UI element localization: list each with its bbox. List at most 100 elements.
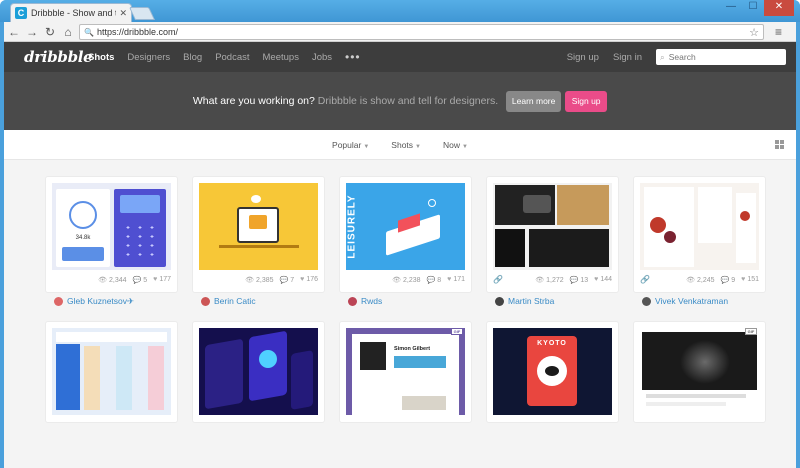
comment-icon: 💬 bbox=[569, 277, 579, 284]
likes-stat[interactable]: ♥ 171 bbox=[447, 276, 465, 284]
flower-graphic bbox=[664, 231, 676, 243]
shot-thumbnail[interactable]: Simon Gilbert GIF bbox=[346, 328, 465, 415]
shot-card[interactable]: LEISURELY 👁 2,238 💬 8 ♥ 171 bbox=[340, 177, 471, 292]
shot-card[interactable] bbox=[46, 322, 177, 422]
forward-icon[interactable]: → bbox=[24, 25, 40, 39]
shot-card[interactable] bbox=[193, 322, 324, 422]
banner-lead: What are you working on? bbox=[192, 95, 315, 107]
views-count: 2,385 bbox=[256, 277, 274, 284]
shot-thumbnail[interactable] bbox=[493, 183, 612, 270]
dribbble-logo[interactable]: dribbble bbox=[24, 48, 93, 66]
search-input[interactable] bbox=[668, 52, 769, 62]
signup-button[interactable]: Sign up bbox=[565, 90, 608, 112]
flower-graphic bbox=[650, 217, 666, 233]
shot-card[interactable]: 👁 2,385 💬 7 ♥ 176 bbox=[193, 177, 324, 292]
eye-icon: 👁 bbox=[98, 277, 107, 284]
grid-view-icon[interactable] bbox=[775, 140, 784, 149]
address-bar[interactable]: 🔍 https://dribbble.com/ ☆ bbox=[79, 24, 764, 40]
shot-thumbnail[interactable]: 34.8k bbox=[52, 183, 171, 270]
page-middle bbox=[698, 187, 732, 243]
nav-meetups[interactable]: Meetups bbox=[263, 52, 299, 63]
comments-count: 9 bbox=[731, 277, 736, 284]
shot-thumbnail[interactable]: KYOTO bbox=[493, 328, 612, 415]
shot-thumbnail[interactable] bbox=[640, 183, 759, 270]
reload-icon[interactable]: ↻ bbox=[42, 25, 58, 39]
home-icon[interactable]: ⌂ bbox=[60, 25, 76, 39]
likes-stat[interactable]: ♥ 144 bbox=[594, 276, 612, 284]
nav-designers[interactable]: Designers bbox=[127, 52, 170, 63]
shot-author[interactable]: Gleb Kuznetsov✈ bbox=[54, 296, 134, 307]
shot-thumbnail[interactable] bbox=[199, 328, 318, 415]
likes-stat[interactable]: ♥ 177 bbox=[153, 276, 171, 284]
views-count: 2,238 bbox=[403, 277, 421, 284]
nav-shots[interactable]: Shots bbox=[88, 52, 114, 63]
views-stat: 👁 2,385 bbox=[245, 276, 273, 284]
close-tab-icon[interactable]: ✕ bbox=[119, 8, 127, 19]
filter-now-label: Now bbox=[443, 140, 461, 150]
shot-card[interactable]: 🔗 👁 1,272 💬 13 ♥ 144 bbox=[487, 177, 618, 292]
shot-thumbnail[interactable] bbox=[52, 328, 171, 415]
shot-card[interactable]: GIF bbox=[634, 322, 765, 422]
minimize-icon[interactable]: — bbox=[720, 0, 742, 16]
heart-icon: ♥ bbox=[594, 276, 599, 283]
likes-count: 151 bbox=[747, 276, 759, 283]
back-icon[interactable]: ← bbox=[6, 25, 22, 39]
new-tab-button[interactable] bbox=[128, 7, 156, 20]
shot-card[interactable]: Simon Gilbert GIF bbox=[340, 322, 471, 422]
filter-shots[interactable]: Shots ▼ bbox=[391, 140, 421, 150]
filter-now[interactable]: Now ▼ bbox=[443, 140, 468, 150]
shot-thumbnail[interactable]: GIF bbox=[640, 328, 759, 415]
main-nav: Shots Designers Blog Podcast Meetups Job… bbox=[88, 42, 361, 72]
page-info-icon[interactable]: 🔍 bbox=[84, 28, 94, 37]
mask-eyes-graphic bbox=[545, 366, 559, 376]
views-count: 2,245 bbox=[697, 277, 715, 284]
browser-tab[interactable]: C Dribbble - Show and tell ... ✕ bbox=[10, 3, 132, 22]
calendar-grid bbox=[84, 346, 164, 410]
filter-popular[interactable]: Popular ▼ bbox=[332, 140, 369, 150]
likes-count: 171 bbox=[453, 276, 465, 283]
comments-stat[interactable]: 💬 9 bbox=[721, 276, 736, 284]
banner-text: What are you working on? Dribbble is sho… bbox=[193, 95, 498, 107]
shot-author[interactable]: Rwds bbox=[348, 296, 382, 306]
shot-card[interactable]: KYOTO bbox=[487, 322, 618, 422]
comments-stat[interactable]: 💬 5 bbox=[133, 276, 148, 284]
signup-link[interactable]: Sign up bbox=[567, 52, 599, 63]
signin-link[interactable]: Sign in bbox=[613, 52, 642, 63]
shot-author[interactable]: Vivek Venkatraman bbox=[642, 296, 728, 306]
shot-stats: 👁 2,344 💬 5 ♥ 177 bbox=[98, 276, 171, 284]
car-graphic bbox=[523, 195, 551, 213]
comments-count: 7 bbox=[290, 277, 295, 284]
comments-stat[interactable]: 💬 7 bbox=[280, 276, 295, 284]
preview-name: Simon Gilbert bbox=[394, 346, 431, 352]
shot-thumbnail[interactable]: LEISURELY bbox=[346, 183, 465, 270]
likes-stat[interactable]: ♥ 151 bbox=[741, 276, 759, 284]
filter-popular-label: Popular bbox=[332, 140, 362, 150]
dashboard-header bbox=[56, 332, 167, 342]
bookmark-star-icon[interactable]: ☆ bbox=[749, 26, 759, 39]
fighter-graphic bbox=[680, 340, 730, 384]
search-box[interactable]: ⌕ bbox=[656, 49, 786, 65]
close-window-icon[interactable]: ✕ bbox=[764, 0, 794, 16]
shot-thumbnail[interactable] bbox=[199, 183, 318, 270]
shot-card[interactable]: 🔗 👁 2,245 💬 9 ♥ 151 bbox=[634, 177, 765, 292]
app-button bbox=[62, 247, 104, 261]
more-menu-icon[interactable]: ••• bbox=[345, 50, 361, 64]
views-stat: 👁 2,238 bbox=[392, 276, 420, 284]
maximize-icon[interactable]: ☐ bbox=[742, 0, 764, 16]
eye-icon: 👁 bbox=[245, 277, 254, 284]
comments-stat[interactable]: 💬 8 bbox=[427, 276, 442, 284]
browser-menu-icon[interactable]: ≡ bbox=[775, 25, 782, 39]
nav-blog[interactable]: Blog bbox=[183, 52, 202, 63]
shot-card[interactable]: 34.8k 👁 2,344 💬 5 ♥ 177 bbox=[46, 177, 177, 292]
nav-podcast[interactable]: Podcast bbox=[215, 52, 249, 63]
comments-stat[interactable]: 💬 13 bbox=[570, 276, 589, 284]
phone-screen bbox=[291, 350, 313, 410]
shot-author[interactable]: Martin Strba bbox=[495, 296, 554, 306]
learn-more-button[interactable]: Learn more bbox=[506, 90, 562, 112]
likes-stat[interactable]: ♥ 176 bbox=[300, 276, 318, 284]
gif-badge: GIF bbox=[451, 328, 463, 335]
likes-count: 177 bbox=[159, 276, 171, 283]
shot-author[interactable]: Berin Catic bbox=[201, 296, 256, 306]
toast-graphic bbox=[249, 215, 267, 229]
nav-jobs[interactable]: Jobs bbox=[312, 52, 332, 63]
